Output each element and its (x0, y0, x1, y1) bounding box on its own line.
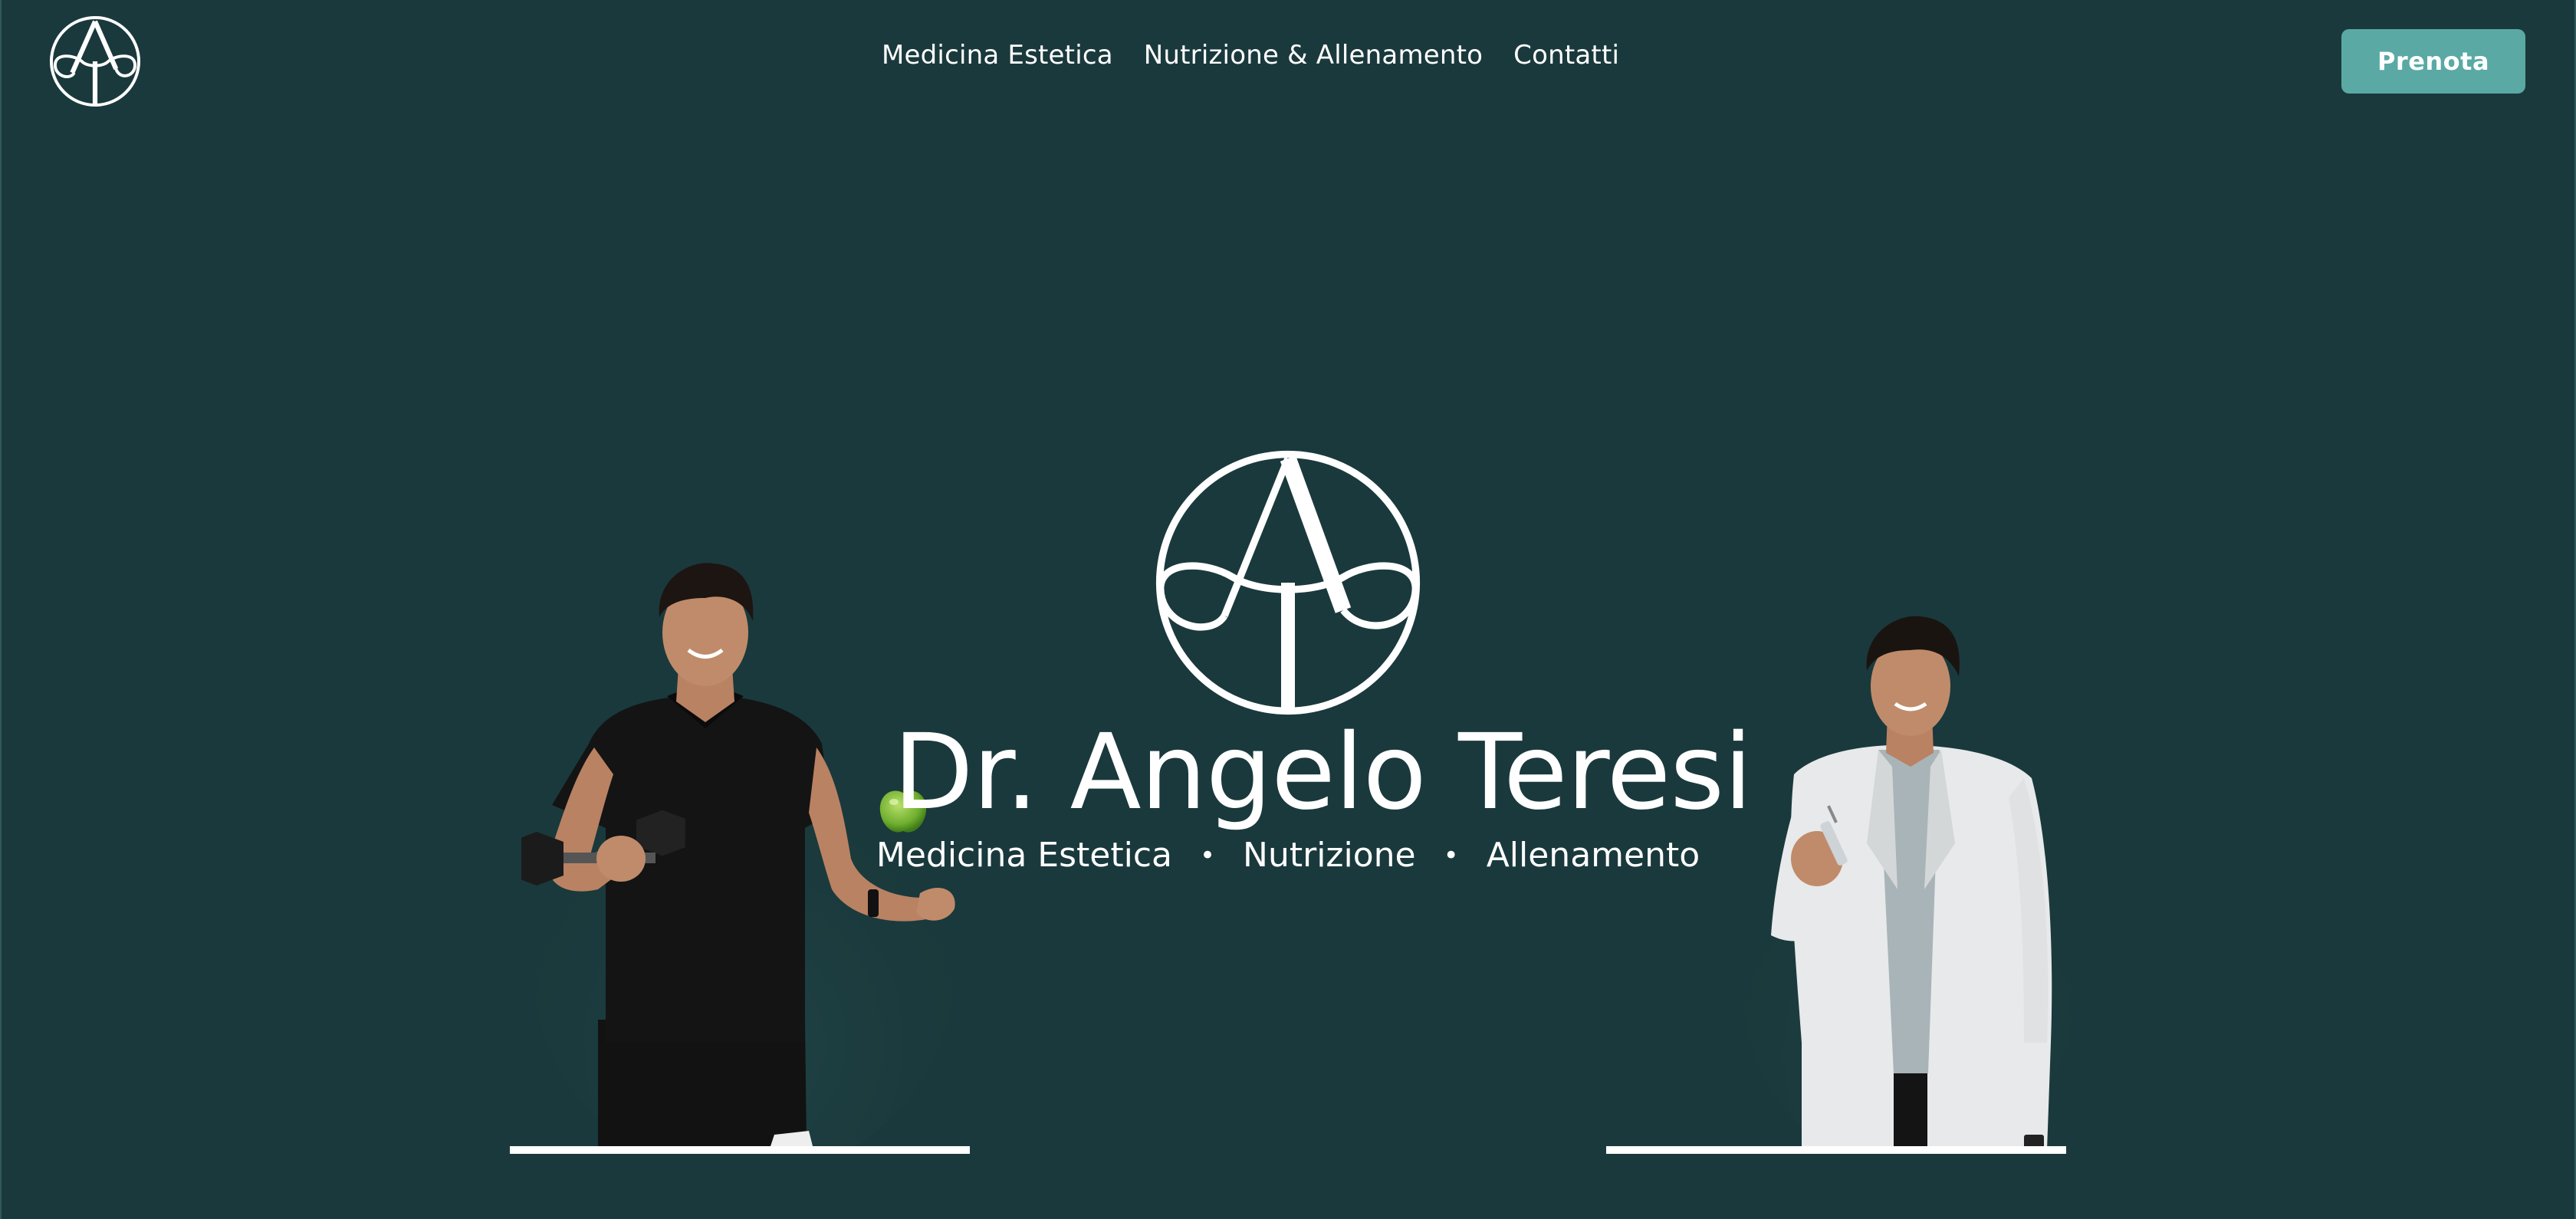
hero-subtitle: Medicina Estetica • Nutrizione • Allenam… (876, 836, 1700, 875)
nav-link-nutrizione-allenamento[interactable]: Nutrizione & Allenamento (1144, 40, 1483, 71)
prenota-button[interactable]: Prenota (2341, 29, 2525, 94)
subtitle-item-nutrizione: Nutrizione (1243, 836, 1416, 875)
main-nav: Medicina Estetica Nutrizione & Allenamen… (882, 40, 1619, 71)
doctor-photo (1740, 613, 2078, 1150)
subtitle-separator: • (1199, 840, 1216, 871)
nav-link-medicina-estetica[interactable]: Medicina Estetica (882, 40, 1113, 71)
nav-link-contatti[interactable]: Contatti (1513, 40, 1619, 71)
trainer-base-line (510, 1146, 970, 1154)
subtitle-separator: • (1443, 840, 1459, 871)
hero-title: Dr. Angelo Teresi (893, 712, 1753, 833)
doctor-base-line (1606, 1146, 2066, 1154)
hero-logo-icon (1150, 445, 1426, 721)
subtitle-item-allenamento: Allenamento (1486, 836, 1700, 875)
subtitle-item-medicina-estetica: Medicina Estetica (876, 836, 1172, 875)
page: Medicina Estetica Nutrizione & Allenamen… (0, 0, 2576, 1219)
header-logo-icon[interactable] (48, 14, 143, 109)
